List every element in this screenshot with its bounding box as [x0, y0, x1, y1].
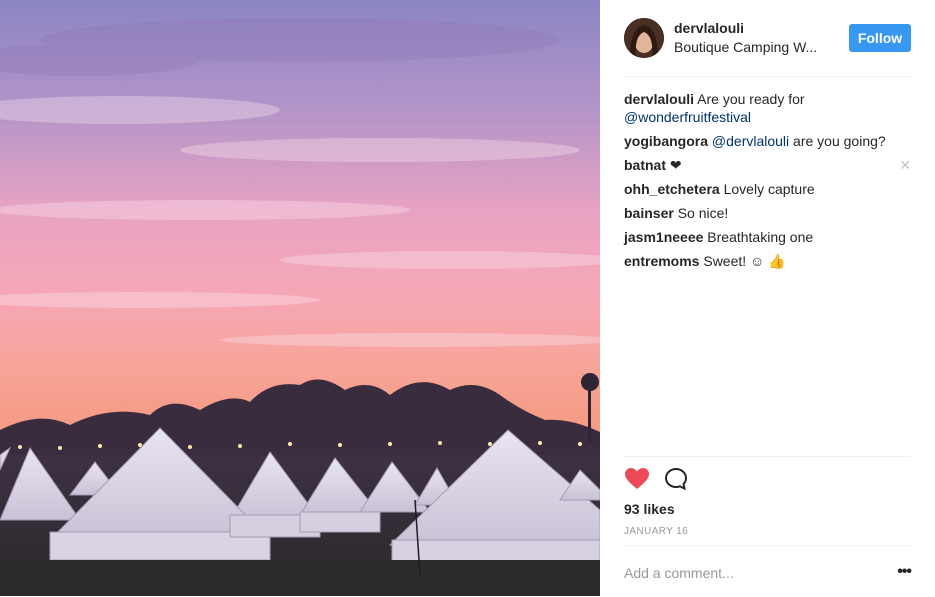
avatar-image: [624, 18, 664, 58]
username-link[interactable]: dervlalouli: [674, 20, 744, 36]
comment-icon-svg: [664, 467, 688, 491]
comment-user[interactable]: ohh_etchetera: [624, 181, 720, 197]
comment-user[interactable]: batnat: [624, 157, 666, 173]
comment-text: Breathtaking one: [707, 229, 814, 245]
comment-user[interactable]: jasm1neeee: [624, 229, 703, 245]
comment-input[interactable]: Add a comment...: [624, 565, 734, 581]
comment-text: Lovely capture: [723, 181, 815, 197]
comment-user[interactable]: bainser: [624, 205, 674, 221]
follow-button[interactable]: Follow: [849, 24, 911, 52]
comment-item: ohh_etchetera Lovely capture: [624, 180, 911, 198]
comment-user[interactable]: yogibangora: [624, 133, 708, 149]
comment-mention[interactable]: @dervlalouli: [712, 133, 789, 149]
post-actions: 93 likes JANUARY 16: [624, 456, 911, 547]
post-view: dervlalouli Boutique Camping W... Follow…: [0, 0, 935, 596]
close-icon[interactable]: ✕: [899, 156, 911, 174]
comment-list: dervlalouli Are you ready for @wonderfru…: [624, 90, 911, 276]
comment-item: jasm1neeee Breathtaking one: [624, 228, 911, 246]
more-options-icon[interactable]: •••: [897, 563, 912, 581]
heart-icon[interactable]: [624, 467, 650, 496]
comment-text: ❤: [669, 157, 682, 173]
comment-item: bainser So nice!: [624, 204, 911, 222]
heart-icon-svg: [625, 468, 649, 489]
comment-text: are you going?: [793, 133, 886, 149]
post-photo[interactable]: [0, 0, 600, 596]
post-header: dervlalouli Boutique Camping W... Follow: [624, 18, 911, 77]
comment-item: batnat ❤ ✕: [624, 156, 911, 174]
comment-item: yogibangora @dervlalouli are you going?: [624, 132, 911, 150]
comment-text: So nice!: [677, 205, 729, 221]
sunset-tents-image: [0, 0, 600, 596]
avatar[interactable]: [624, 18, 664, 58]
comment-user[interactable]: dervlalouli: [624, 91, 694, 107]
comment-mention[interactable]: @wonderfruitfestival: [624, 109, 751, 125]
comment-caption: dervlalouli Are you ready for @wonderfru…: [624, 90, 911, 126]
post-date: JANUARY 16: [624, 526, 689, 537]
post-sidebar: dervlalouli Boutique Camping W... Follow…: [600, 0, 935, 596]
comment-text: Are you ready for: [697, 91, 805, 107]
comment-icon[interactable]: [664, 467, 688, 496]
comment-item: entremoms Sweet! ☺ 👍: [624, 252, 911, 270]
comment-user[interactable]: entremoms: [624, 253, 699, 269]
add-comment-bar: Add a comment... •••: [624, 545, 912, 597]
location-link[interactable]: Boutique Camping W...: [674, 39, 834, 55]
comment-text: Sweet! ☺ 👍: [703, 253, 786, 269]
likes-count[interactable]: 93 likes: [624, 501, 675, 517]
